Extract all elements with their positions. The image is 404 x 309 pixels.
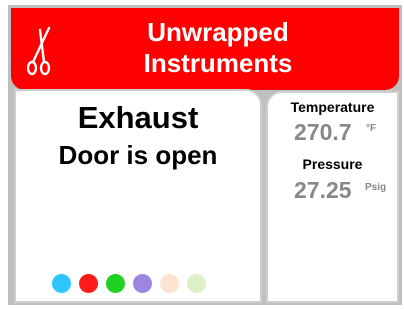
temperature-unit: °F	[366, 123, 377, 134]
indicator-dot-light-green	[187, 274, 206, 293]
header-banner: Unwrapped Instruments	[11, 8, 399, 90]
pressure-value: 27.25	[294, 177, 352, 203]
indicator-dots	[52, 274, 206, 293]
header-title-line2: Instruments	[143, 48, 293, 78]
indicator-dot-cyan	[52, 274, 71, 293]
header-title-line1: Unwrapped	[147, 17, 289, 47]
indicator-dot-red	[79, 274, 98, 293]
indicator-dot-green	[106, 274, 125, 293]
status-message: Door is open	[58, 140, 218, 170]
scissors-icon	[27, 26, 51, 76]
indicator-dot-purple	[133, 274, 152, 293]
pressure-label: Pressure	[302, 156, 363, 172]
status-title: Exhaust	[77, 100, 199, 135]
pressure-unit: Psig	[365, 182, 387, 193]
temperature-value: 270.7	[294, 119, 352, 145]
indicator-dot-peach	[160, 274, 179, 293]
display-frame: Unwrapped Instruments Exhaust Door is op…	[8, 5, 402, 305]
temperature-label: Temperature	[290, 99, 375, 115]
header-title: Unwrapped Instruments	[103, 17, 333, 79]
readings-panel: Temperature 270.7 °F Pressure 27.25 Psig	[266, 91, 399, 303]
status-panel: Exhaust Door is open	[14, 89, 262, 303]
